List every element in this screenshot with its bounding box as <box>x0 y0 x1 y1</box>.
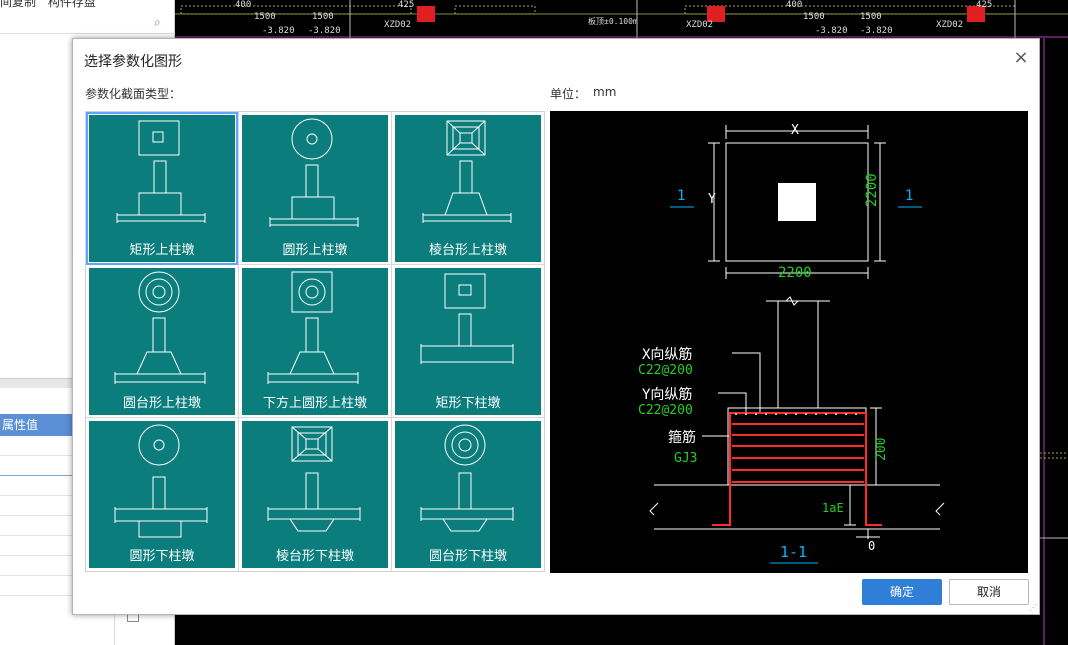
shape-label: 下方上圆形上柱墩 <box>262 396 367 411</box>
cad-label: 400 <box>786 0 803 10</box>
section-title: 1-1 <box>780 543 808 561</box>
cad-label: 400 <box>235 0 252 10</box>
section-type-label: 参数化截面类型： <box>85 87 182 101</box>
shape-label: 圆形上柱墩 <box>282 243 348 258</box>
shape-grid: 矩形上柱墩 圆形上柱墩 棱台形上柱墩 圆台形上柱墩 下方上圆形上柱墩 矩形下柱墩… <box>85 111 545 572</box>
close-icon[interactable]: × <box>1012 49 1030 67</box>
dialog-title: 选择参数化图形 <box>84 54 182 70</box>
cad-label: 1500 <box>254 12 276 22</box>
width-dimension: 2200 <box>778 265 812 281</box>
resize-grip-icon[interactable]: ⋰ <box>1029 604 1037 612</box>
left-toolbar: 间复制 构件存盘 <box>0 0 175 12</box>
shape-option-circle-upper[interactable]: 圆形上柱墩 <box>239 112 391 265</box>
cad-label: 1500 <box>803 12 825 22</box>
shape-option-frustum-upper[interactable]: 棱台形上柱墩 <box>392 112 544 265</box>
shape-option-frustum-lower[interactable]: 棱台形下柱墩 <box>239 418 391 571</box>
shape-preview: X Y 2200 2200 1 1 X向纵筋 C22@200 Y向纵筋 C22@… <box>550 111 1028 573</box>
x-rebar-value: C22@200 <box>638 363 693 378</box>
offset-dimension: 0 <box>868 539 876 553</box>
cad-label: 425 <box>976 0 993 10</box>
cad-label: XZD02 <box>936 20 964 30</box>
unit-label: 单位： <box>550 87 587 101</box>
cancel-button[interactable]: 取消 <box>949 579 1029 605</box>
search-row[interactable] <box>0 12 175 34</box>
dim-x-label: X <box>791 123 799 138</box>
shape-option-square-round-upper[interactable]: 下方上圆形上柱墩 <box>239 265 391 418</box>
copy-button[interactable]: 间复制 <box>0 0 36 8</box>
shape-option-rect-upper[interactable]: 矩形上柱墩 <box>86 112 238 265</box>
shape-option-rect-lower[interactable]: 矩形下柱墩 <box>392 265 544 418</box>
shape-label: 圆形下柱墩 <box>129 549 195 564</box>
property-value-header: 属性值 <box>0 414 72 436</box>
x-rebar-label: X向纵筋 <box>642 347 693 363</box>
anchor-length-label: 1aE <box>822 501 844 515</box>
section-mark-left: 1 <box>677 188 686 204</box>
y-rebar-label: Y向纵筋 <box>642 387 693 403</box>
cad-label: 1500 <box>860 12 882 22</box>
cad-label: XZD02 <box>384 20 412 30</box>
preview-drawing <box>649 125 945 564</box>
cad-label: -3.820 <box>815 26 848 36</box>
cad-label: -3.820 <box>860 26 893 36</box>
shape-option-cone-lower[interactable]: 圆台形下柱墩 <box>392 418 544 571</box>
cad-label: 1500 <box>312 12 334 22</box>
shape-label: 棱台形上柱墩 <box>428 243 507 258</box>
cad-label: 425 <box>398 0 415 10</box>
stirrup-label: 箍筋 <box>668 430 696 446</box>
cad-label: -3.820 <box>262 26 295 36</box>
shape-label: 矩形下柱墩 <box>435 396 501 411</box>
shape-label: 矩形上柱墩 <box>129 243 195 258</box>
stirrup-value: GJ3 <box>674 451 698 466</box>
save-component-button[interactable]: 构件存盘 <box>48 0 96 8</box>
height-dimension: 2200 <box>864 173 880 207</box>
shape-label: 圆台形下柱墩 <box>428 549 507 564</box>
select-parametric-shape-dialog: 选择参数化图形 × 参数化截面类型： 单位： mm 矩形上柱墩 圆形上柱墩 棱台… <box>72 38 1040 615</box>
shape-option-cone-upper[interactable]: 圆台形上柱墩 <box>86 265 238 418</box>
dim-y-label: Y <box>708 192 716 207</box>
cad-label: -3.820 <box>308 26 341 36</box>
ok-button[interactable]: 确定 <box>862 579 942 605</box>
cad-label: XZD02 <box>686 20 714 30</box>
unit-value: mm <box>593 85 617 99</box>
shape-label: 圆台形上柱墩 <box>122 396 201 411</box>
shape-option-circle-lower[interactable]: 圆形下柱墩 <box>86 418 238 571</box>
section-mark-right: 1 <box>905 188 914 204</box>
y-rebar-value: C22@200 <box>638 403 693 418</box>
cad-label: 板顶±0.100m <box>588 17 638 26</box>
shape-label: 棱台形下柱墩 <box>275 549 354 564</box>
cad-drawing-right <box>1040 38 1068 645</box>
depth-dimension: 200 <box>874 437 889 461</box>
search-icon[interactable]: ⌕ <box>154 16 166 28</box>
